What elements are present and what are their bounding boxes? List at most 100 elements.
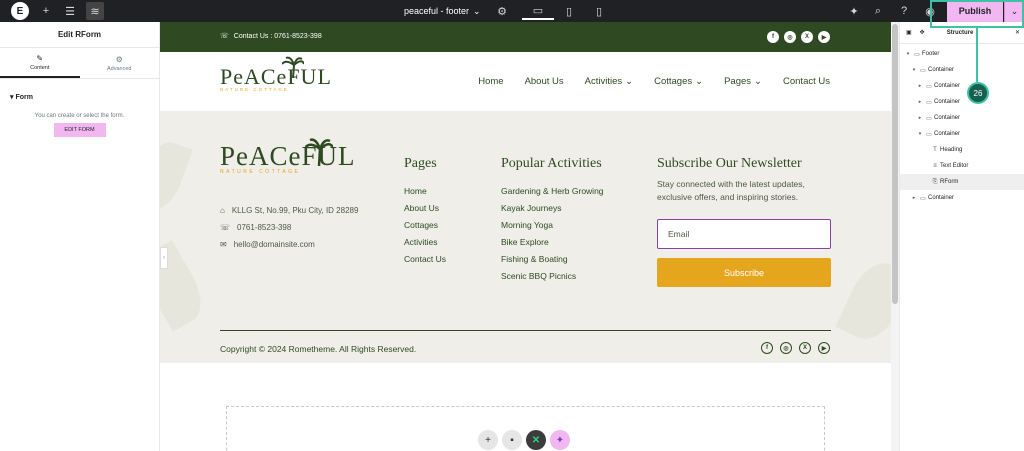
gear-icon[interactable]: ⚙ [494, 2, 510, 20]
edit-form-button[interactable]: EDIT FORM [53, 123, 106, 137]
help-icon[interactable]: ? [896, 2, 912, 20]
tab-content-label: Content [30, 64, 50, 71]
tree-item-label: Heading [940, 147, 963, 153]
newsletter-email-input[interactable]: Email [657, 219, 831, 249]
nav-home-label: Home [478, 76, 504, 87]
footer-link-home[interactable]: Home [404, 186, 427, 196]
collapse-panel-handle[interactable]: ‹ [160, 247, 168, 269]
activity-link[interactable]: Fishing & Boating [501, 254, 568, 264]
tree-item-label: Container [934, 99, 961, 105]
scrollbar-thumb[interactable] [892, 24, 898, 304]
canvas-scrollbar[interactable] [891, 22, 899, 451]
close-icon[interactable]: ✕ [1015, 29, 1020, 36]
tree-item-container[interactable]: ▸ ▭ Container [900, 94, 1024, 110]
template-folder-icon[interactable]: ▪ [502, 430, 522, 450]
tree-item-rform[interactable]: ⎘ RForm [900, 174, 1024, 190]
container-icon: ▭ [920, 195, 926, 202]
x-twitter-icon[interactable]: X [799, 342, 811, 354]
youtube-icon[interactable]: ▶ [818, 342, 830, 354]
x-twitter-icon[interactable]: X [801, 31, 813, 43]
publish-options-chevron-icon[interactable]: ⌄ [1004, 0, 1024, 22]
activity-link[interactable]: Gardening & Herb Growing [501, 186, 604, 196]
youtube-icon[interactable]: ▶ [818, 31, 830, 43]
tree-item-container[interactable]: ▸ ▭ Container [900, 110, 1024, 126]
navigator-icon[interactable]: ✥ [920, 29, 925, 36]
tree-item-container[interactable]: ▸ ▭ Container [900, 78, 1024, 94]
facebook-icon[interactable]: f [761, 342, 773, 354]
decorative-leaf [835, 254, 891, 348]
chevron-down-icon: ⌄ [473, 5, 481, 16]
activity-link[interactable]: Bike Explore [501, 237, 549, 247]
step-badge: 26 [967, 82, 989, 104]
activity-link[interactable]: Morning Yoga [501, 220, 553, 230]
publish-button[interactable]: Publish [947, 0, 1003, 22]
kit-library-icon[interactable]: ✕ [526, 430, 546, 450]
nav-contact[interactable]: Contact Us [783, 76, 830, 87]
tree-item-container[interactable]: ▸ ▭ Container [900, 190, 1024, 206]
contact-info: ☏ Contact Us : 0761-8523-398 [220, 32, 322, 41]
facebook-icon[interactable]: f [767, 31, 779, 43]
nav-activities[interactable]: Activities ⌄ [585, 76, 633, 87]
chevron-down-icon: ⌄ [625, 76, 634, 87]
tree-item-container[interactable]: ▾ ▭ Container [900, 126, 1024, 142]
footer-link-contact[interactable]: Contact Us [404, 254, 446, 264]
collapse-panel-icon[interactable]: ▣ [906, 29, 912, 36]
main-nav: Home About Us Activities ⌄ Cottages ⌄ Page… [478, 76, 830, 87]
activity-link[interactable]: Scenic BBQ Picnics [501, 271, 576, 281]
nav-cottages[interactable]: Cottages ⌄ [654, 76, 703, 87]
search-icon[interactable]: ⌕ [870, 2, 886, 20]
panel-tabs: ✎ Content ⚙ Advanced [0, 48, 159, 79]
tab-content[interactable]: ✎ Content [0, 48, 80, 78]
document-title-text: peaceful - footer [404, 6, 470, 16]
footer-link-about[interactable]: About Us [404, 203, 439, 213]
nav-about[interactable]: About Us [525, 76, 564, 87]
site-logo[interactable]: PeACeFUL NATURE COTTAGE [220, 64, 332, 92]
tree-item-label: Container [934, 115, 961, 121]
nav-pages[interactable]: Pages ⌄ [724, 76, 762, 87]
elementor-logo-icon[interactable]: E [11, 2, 29, 20]
footer-logo[interactable]: PeACeFUL NATURE COTTAGE [220, 141, 356, 175]
footer-divider [220, 330, 831, 331]
document-title[interactable]: peaceful - footer ⌄ [404, 3, 481, 19]
subscribe-button[interactable]: Subscribe [657, 258, 831, 287]
tree-item-heading[interactable]: T Heading [900, 142, 1024, 158]
phone-text: 0761-8523-398 [237, 223, 292, 232]
tree-item-container[interactable]: ▾ ▭ Container [900, 62, 1024, 78]
tree-item-label: Container [934, 83, 961, 89]
instagram-icon[interactable]: ◎ [780, 342, 792, 354]
pages-heading: Pages [404, 156, 437, 171]
mobile-view-icon[interactable]: ▯ [592, 2, 606, 20]
caret-down-icon: ▾ [10, 94, 14, 101]
tree-item-text-editor[interactable]: ≡ Text Editor [900, 158, 1024, 174]
preview-eye-icon[interactable]: ◉ [922, 2, 938, 20]
add-element-icon[interactable]: + [38, 2, 54, 20]
heading-icon: T [933, 147, 937, 153]
tree-item-label: RForm [940, 179, 959, 185]
palm-tree-icon [282, 56, 304, 78]
activity-link[interactable]: Kayak Journeys [501, 203, 561, 213]
tree-item-footer[interactable]: ▾ ▭ Footer [900, 46, 1024, 62]
layers-icon[interactable]: ≋ [86, 2, 104, 20]
section-form-label: Form [15, 94, 33, 101]
footer-link-activities[interactable]: Activities [404, 237, 438, 247]
tab-advanced[interactable]: ⚙ Advanced [80, 48, 160, 78]
site-footer: PeACeFUL NATURE COTTAGE ⌂ KLLG St, No.99… [160, 111, 891, 363]
nav-home[interactable]: Home [478, 76, 503, 87]
notifications-icon[interactable]: ✦ [846, 2, 862, 20]
container-icon: ▭ [926, 115, 932, 122]
instagram-icon[interactable]: ◎ [784, 31, 796, 43]
tablet-view-icon[interactable]: ▯ [562, 2, 576, 20]
palm-tree-icon [305, 138, 333, 166]
nav-about-label: About Us [524, 76, 564, 87]
chevron-down-icon: ⌄ [754, 76, 762, 87]
footer-phone: ☏ 0761-8523-398 [220, 223, 291, 232]
tree-item-label: Container [928, 195, 955, 201]
activities-heading: Popular Activities [501, 156, 602, 171]
footer-link-cottages[interactable]: Cottages [404, 220, 438, 230]
add-section-icon[interactable]: + [478, 430, 498, 450]
section-form-toggle[interactable]: ▾ Form [0, 79, 159, 101]
ai-sparkle-icon[interactable]: ✦ [550, 430, 570, 450]
empty-drop-zone[interactable] [226, 406, 825, 451]
desktop-view-icon[interactable]: ▭ [522, 2, 554, 20]
settings-sliders-icon[interactable]: ☰ [62, 2, 78, 20]
